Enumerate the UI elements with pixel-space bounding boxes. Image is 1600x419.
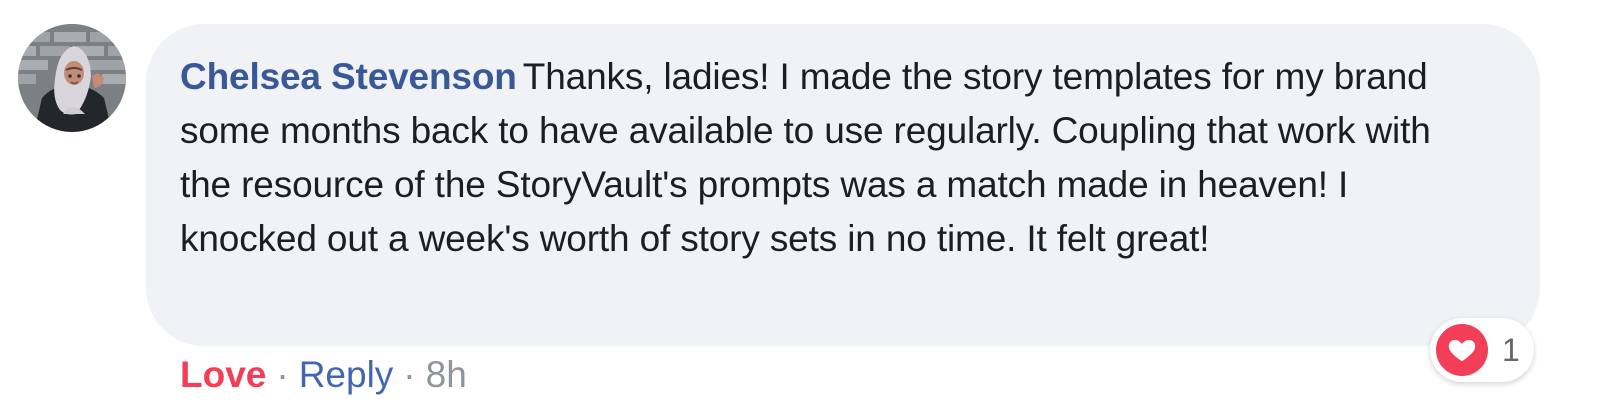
author-name-link[interactable]: Chelsea Stevenson [180,56,517,97]
comment-timestamp[interactable]: 8h [426,354,467,395]
avatar[interactable] [18,24,126,132]
heart-icon [1436,324,1488,376]
separator-dot: · [403,354,416,395]
reaction-count: 1 [1502,332,1520,368]
separator-dot: · [276,354,289,395]
reply-button[interactable]: Reply [299,354,394,395]
love-reaction-button[interactable]: Love [180,354,266,395]
comment-actions: Love · Reply · 8h [180,351,467,399]
comment-bubble: Chelsea Stevenson Thanks, ladies! I made … [146,24,1540,346]
reaction-summary[interactable]: 1 [1430,318,1534,382]
comment-body: Chelsea Stevenson Thanks, ladies! I made … [180,50,1452,266]
